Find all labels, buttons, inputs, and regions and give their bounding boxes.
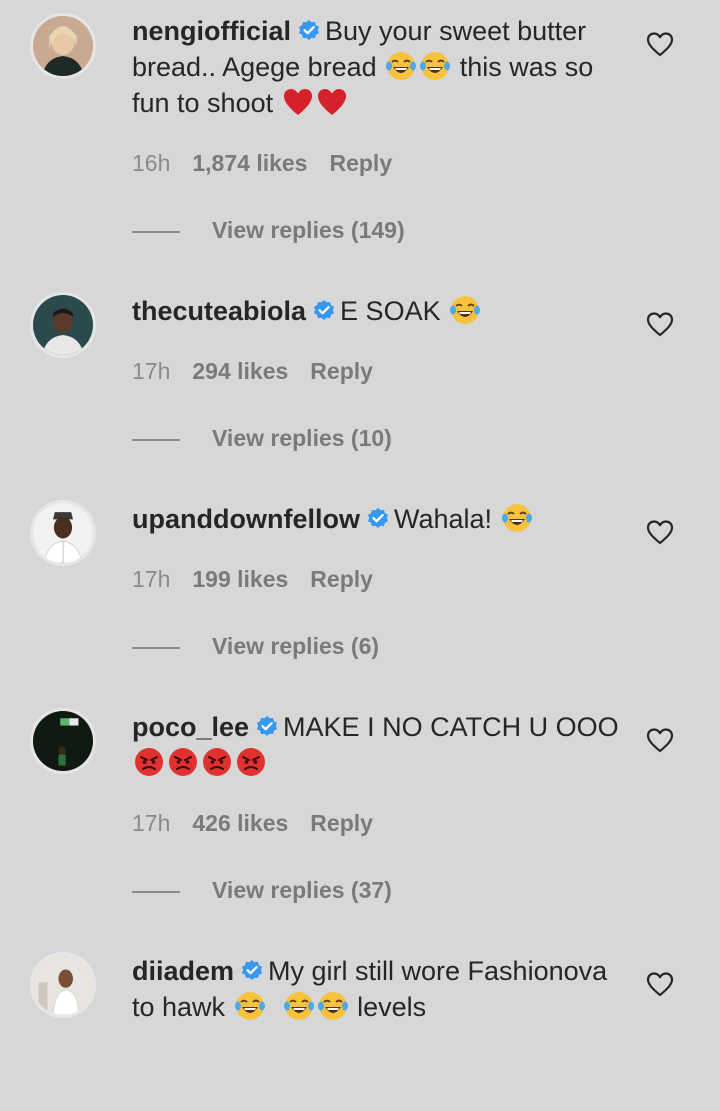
avatar[interactable] [30,708,96,774]
username[interactable]: upanddownfellow [132,504,360,534]
comment-meta: 17h 426 likes Reply [132,810,373,837]
comment-text: diiadem My girl still wore Fashionova to … [132,953,622,1025]
comment-meta: 17h 199 likes Reply [132,566,373,593]
timestamp: 17h [132,358,171,384]
red-heart-emoji-icon [316,86,348,118]
username[interactable]: thecuteabiola [132,296,306,326]
comment-text: nengiofficial Buy your sweet butter bread… [132,13,622,121]
verified-badge-icon [297,19,321,43]
timestamp: 17h [132,566,171,592]
red-heart-emoji-icon [282,86,314,118]
avatar[interactable] [30,500,96,566]
view-replies-label: View replies (6) [212,633,380,659]
username[interactable]: poco_lee [132,712,249,742]
laugh-emoji-icon [234,990,266,1022]
laugh-emoji-icon [449,294,481,326]
like-heart-icon[interactable] [646,971,674,997]
comment-body: E SOAK [340,296,449,326]
verified-badge-icon [240,959,264,983]
angry-emoji-icon [201,746,233,778]
comment-body: levels [349,992,427,1022]
verified-badge-icon [366,507,390,531]
angry-emoji-icon [167,746,199,778]
laugh-emoji-icon [419,50,451,82]
laugh-emoji-icon [317,990,349,1022]
timestamp: 17h [132,810,171,836]
divider-line [132,890,180,893]
like-heart-icon[interactable] [646,727,674,753]
username[interactable]: diiadem [132,956,234,986]
view-replies-button[interactable]: View replies (149) [132,217,405,244]
angry-emoji-icon [235,746,267,778]
comment-body: Wahala! [393,504,500,534]
verified-badge-icon [312,299,336,323]
comment-meta: 16h 1,874 likes Reply [132,150,392,177]
likes-count[interactable]: 294 likes [192,358,288,384]
laugh-emoji-icon [283,990,315,1022]
likes-count[interactable]: 199 likes [192,566,288,592]
divider-line [132,646,180,649]
like-heart-icon[interactable] [646,311,674,337]
username[interactable]: nengiofficial [132,16,291,46]
comment-text: thecuteabiola E SOAK [132,293,622,329]
view-replies-label: View replies (149) [212,217,405,243]
avatar[interactable] [30,292,96,358]
comment-body: MAKE I NO CATCH U OOO [283,712,619,742]
divider-line [132,438,180,441]
divider-line [132,230,180,233]
reply-button[interactable]: Reply [310,810,373,836]
reply-button[interactable]: Reply [310,358,373,384]
likes-count[interactable]: 426 likes [192,810,288,836]
view-replies-button[interactable]: View replies (37) [132,877,392,904]
like-heart-icon[interactable] [646,519,674,545]
comment-text: upanddownfellow Wahala! [132,501,622,537]
timestamp: 16h [132,150,171,176]
avatar[interactable] [30,13,96,79]
like-heart-icon[interactable] [646,31,674,57]
view-replies-button[interactable]: View replies (6) [132,633,379,660]
comment-meta: 17h 294 likes Reply [132,358,373,385]
likes-count[interactable]: 1,874 likes [192,150,307,176]
angry-emoji-icon [133,746,165,778]
verified-badge-icon [255,715,279,739]
laugh-emoji-icon [501,502,533,534]
reply-button[interactable]: Reply [329,150,392,176]
view-replies-label: View replies (10) [212,425,392,451]
view-replies-label: View replies (37) [212,877,392,903]
laugh-emoji-icon [385,50,417,82]
avatar[interactable] [30,952,96,1018]
view-replies-button[interactable]: View replies (10) [132,425,392,452]
reply-button[interactable]: Reply [310,566,373,592]
comment-text: poco_lee MAKE I NO CATCH U OOO [132,709,622,781]
